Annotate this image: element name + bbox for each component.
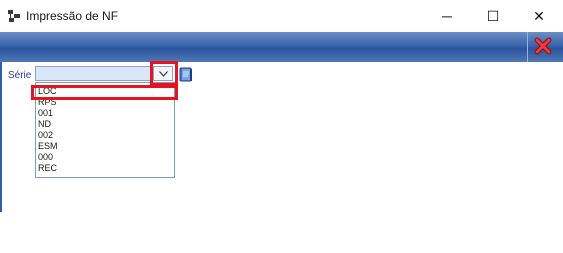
minimize-icon: ─ <box>442 8 452 24</box>
red-x-icon[interactable] <box>533 36 553 56</box>
dropdown-option[interactable]: ND <box>38 119 168 130</box>
highlight-dropdown-button <box>150 61 178 86</box>
left-border-accent <box>0 62 2 212</box>
window-title: Impressão de NF <box>26 9 119 23</box>
dropdown-option[interactable]: 000 <box>38 152 168 163</box>
app-icon <box>8 10 20 22</box>
close-window-button[interactable]: ✕ <box>516 0 562 32</box>
serie-combo-input[interactable] <box>35 66 153 81</box>
toolbar-separator <box>527 32 528 62</box>
dropdown-option[interactable]: REC <box>38 163 168 174</box>
highlight-first-option <box>31 85 178 100</box>
dropdown-option[interactable]: 002 <box>38 130 168 141</box>
lookup-book-icon[interactable] <box>178 66 194 82</box>
maximize-button[interactable]: ☐ <box>470 0 516 32</box>
toolbar <box>0 32 563 62</box>
dropdown-option[interactable]: 001 <box>38 108 168 119</box>
dropdown-option[interactable]: ESM <box>38 141 168 152</box>
close-icon: ✕ <box>533 7 545 24</box>
maximize-icon: ☐ <box>486 7 500 24</box>
serie-label: Série : <box>8 70 37 81</box>
minimize-button[interactable]: ─ <box>424 0 470 32</box>
